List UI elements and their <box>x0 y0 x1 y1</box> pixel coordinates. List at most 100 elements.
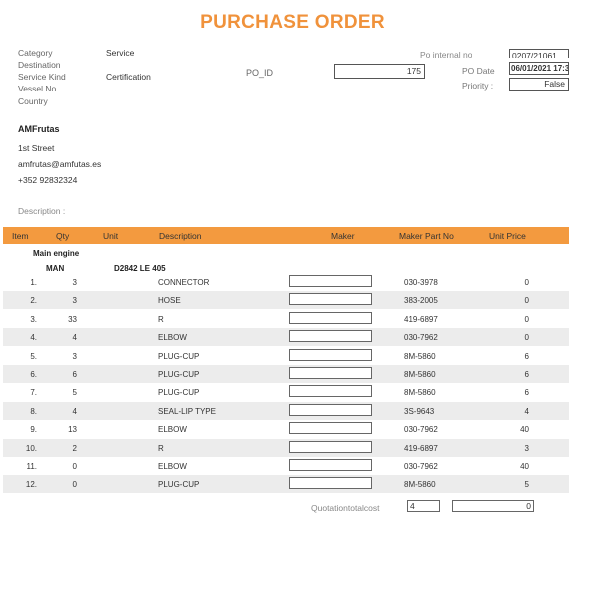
table-row[interactable]: 6. 6 PLUG-CUP 8M-5860 6 <box>3 365 569 383</box>
quotation-total-label: Quotationtotalcost <box>311 503 380 513</box>
row-item-number: 8. <box>30 406 37 416</box>
row-qty: 6 <box>72 370 77 379</box>
table-row[interactable]: 2. 3 HOSE 383-2005 0 <box>3 291 569 310</box>
row-description: R <box>158 443 164 453</box>
quotation-total-field[interactable]: 4 <box>407 500 440 512</box>
col-description: Description <box>159 231 202 241</box>
destination-label: Destination <box>18 60 61 70</box>
row-description: ELBOW <box>158 425 187 435</box>
row-qty: 13 <box>68 425 77 435</box>
row-qty: 2 <box>72 443 77 453</box>
service-kind-label: Service Kind <box>18 72 66 82</box>
supplier-email[interactable]: amfrutas@amfutas.es <box>18 159 101 169</box>
row-description: CONNECTOR <box>158 278 210 287</box>
row-maker-part-no: 030-7962 <box>404 425 438 435</box>
row-qty: 0 <box>72 462 77 471</box>
row-qty: 4 <box>72 333 77 343</box>
po-id-field[interactable]: 175 <box>334 64 425 79</box>
row-unit-price: 5 <box>524 480 529 490</box>
row-unit-price: 0 <box>524 333 529 343</box>
row-qty: 3 <box>72 351 77 361</box>
row-maker-input[interactable] <box>289 459 372 471</box>
row-unit-price: 6 <box>524 351 529 361</box>
row-unit-price: 0 <box>524 278 529 287</box>
row-unit-price: 6 <box>524 388 529 398</box>
row-maker-part-no: 8M-5860 <box>404 351 436 361</box>
row-item-number: 3. <box>30 314 37 324</box>
row-maker-input[interactable] <box>289 348 372 361</box>
row-item-number: 12. <box>25 480 37 490</box>
row-item-number: 2. <box>30 296 37 306</box>
row-maker-input[interactable] <box>289 403 372 416</box>
service-kind-value: Certification <box>106 72 151 82</box>
category-value: Service <box>106 48 135 58</box>
row-qty: 4 <box>72 406 77 416</box>
row-item-number: 7. <box>30 388 37 398</box>
row-item-number: 11. <box>26 462 37 471</box>
row-unit-price: 3 <box>524 443 529 453</box>
row-qty: 33 <box>68 314 77 324</box>
table-header: Item Qty Unit Description Maker Maker Pa… <box>3 227 569 244</box>
col-maker: Maker <box>331 231 355 241</box>
row-qty: 3 <box>72 278 77 287</box>
row-description: PLUG-CUP <box>158 480 200 490</box>
row-maker-input[interactable] <box>289 367 372 379</box>
row-description: PLUG-CUP <box>158 388 200 398</box>
row-item-number: 10. <box>25 443 37 453</box>
row-description: PLUG-CUP <box>158 370 200 379</box>
table-row[interactable]: 11. 0 ELBOW 030-7962 40 <box>3 457 569 475</box>
row-description: SEAL-LIP TYPE <box>158 406 216 416</box>
table-row[interactable]: 12. 0 PLUG-CUP 8M-5860 5 <box>3 475 569 494</box>
row-item-number: 9. <box>30 425 37 435</box>
supplier-name: AMFrutas <box>18 124 60 134</box>
row-item-number: 6. <box>30 370 37 379</box>
row-unit-price: 0 <box>524 296 529 306</box>
row-maker-part-no: 383-2005 <box>404 296 438 306</box>
row-description: ELBOW <box>158 333 187 343</box>
category-label: Category <box>18 48 53 58</box>
group-maker: MAN <box>46 264 65 273</box>
row-maker-part-no: 419-6897 <box>404 314 438 324</box>
table-row[interactable]: 1. 3 CONNECTOR 030-3978 0 <box>3 273 569 291</box>
table-row[interactable]: 3. 33 R 419-6897 0 <box>3 310 569 328</box>
row-qty: 5 <box>72 388 77 398</box>
row-maker-input[interactable] <box>289 311 372 324</box>
po-internal-label: Po internal no <box>420 50 473 58</box>
row-description: ELBOW <box>158 462 187 471</box>
table-row[interactable]: 7. 5 PLUG-CUP 8M-5860 6 <box>3 383 569 401</box>
country-label: Country <box>18 96 48 106</box>
table-row[interactable]: 9. 13 ELBOW 030-7962 40 <box>3 420 569 438</box>
row-maker-part-no: 030-7962 <box>404 462 438 471</box>
col-qty: Qty <box>56 231 70 241</box>
row-maker-part-no: 419-6897 <box>404 443 438 453</box>
row-maker-input[interactable] <box>289 330 372 343</box>
row-maker-part-no: 030-7962 <box>404 333 438 343</box>
po-date-field[interactable]: 06/01/2021 17:32:41 <box>509 62 569 75</box>
row-maker-part-no: 8M-5860 <box>404 480 436 490</box>
group-model: D2842 LE 405 <box>114 264 166 273</box>
col-unit: Unit <box>103 231 119 241</box>
priority-field[interactable]: False <box>509 78 569 91</box>
row-maker-input[interactable] <box>289 440 372 453</box>
row-unit-price: 40 <box>520 462 529 471</box>
row-maker-input[interactable] <box>289 422 372 435</box>
table-row[interactable]: 5. 3 PLUG-CUP 8M-5860 6 <box>3 347 569 365</box>
group-name: Main engine <box>33 249 80 258</box>
row-item-number: 1. <box>30 278 37 287</box>
table-row[interactable]: 10. 2 R 419-6897 3 <box>3 438 569 457</box>
row-maker-input[interactable] <box>289 293 372 306</box>
row-maker-input[interactable] <box>289 385 372 398</box>
po-date-label: PO Date <box>462 66 495 76</box>
row-maker-input[interactable] <box>289 275 372 287</box>
table-row[interactable]: 8. 4 SEAL-LIP TYPE 3S-9643 4 <box>3 401 569 420</box>
table-row[interactable]: 4. 4 ELBOW 030-7962 0 <box>3 328 569 347</box>
row-maker-input[interactable] <box>289 477 372 490</box>
col-unit-price: Unit Price <box>489 231 526 241</box>
total-cost-field[interactable]: 0 <box>452 500 534 512</box>
row-description: R <box>158 314 164 324</box>
po-internal-field[interactable]: 0207/21061 <box>509 49 569 58</box>
row-qty: 0 <box>72 480 77 490</box>
priority-label: Priority : <box>462 81 494 91</box>
po-id-label: PO_ID <box>246 68 274 78</box>
row-unit-price: 4 <box>524 406 529 416</box>
